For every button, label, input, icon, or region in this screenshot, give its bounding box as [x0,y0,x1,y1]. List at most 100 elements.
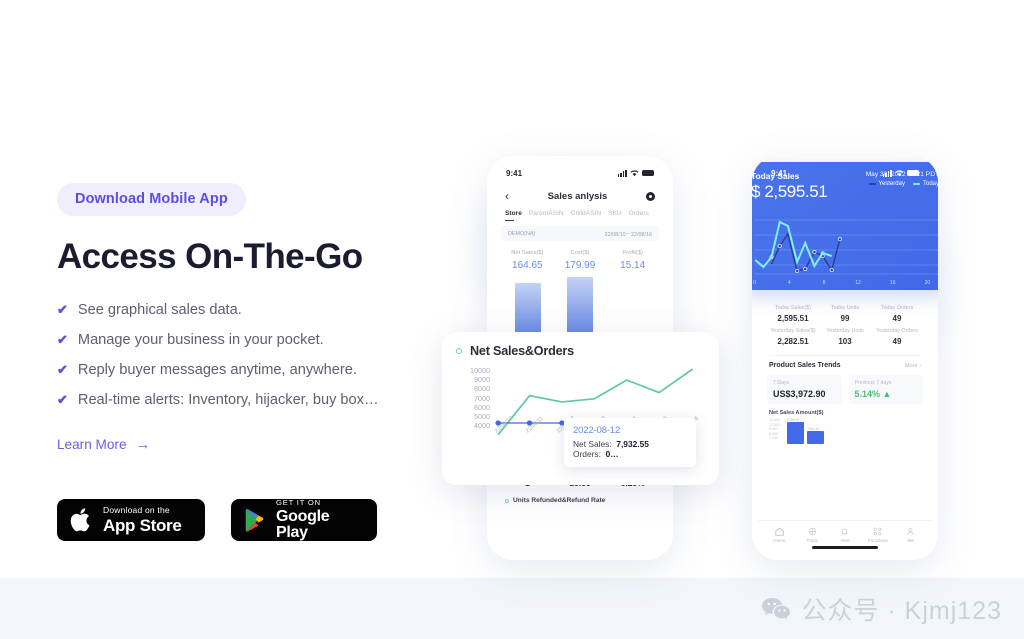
status-bar: 9:41 [493,162,667,184]
stat-label: Today Units [830,305,860,311]
track-icon [796,526,829,537]
status-icons [617,169,654,177]
battery-icon [907,169,919,177]
stat-label: Today Orders [880,305,914,311]
mini-y-axis: 13,442 12,002 9,361 8,499 7,240 [769,418,780,441]
check-icon: ✔ [57,362,68,377]
stat-label: Today Sales($) [775,305,811,311]
svg-text:12: 12 [855,280,861,286]
tooltip-net-sales: Net Sales: 7,932.55 [573,439,687,449]
metric-label: Cost($) [570,250,590,256]
metric-label: Profit($) [622,250,643,256]
status-time: 9:41 [771,168,788,178]
tab-parent-asin[interactable]: ParentASIN [529,210,564,217]
segment-tabs: Store ParentASIN ChildASIN SKU Orders [493,209,667,221]
tab-track[interactable]: Track [796,526,829,543]
stat-value: 99 [840,314,850,323]
metric-value: 164.65 [512,260,543,271]
filter-bar[interactable]: DEMO(NA) 22/08/10－22/08/16 [501,226,659,241]
card-title-row: Net Sales&Orders [456,344,705,358]
gear-icon[interactable] [646,191,655,201]
series-yesterday [770,232,841,272]
metric-value: 179.99 [564,260,596,271]
x-tick-labels: 0 4 8 12 16 20 [753,280,930,286]
feature-label: See graphical sales data. [77,302,242,318]
signal-icon [617,169,627,177]
feature-label: Reply buyer messages anytime, anywhere. [77,362,357,378]
trend-value: US$3,972.90 [773,389,826,399]
y-axis-labels: 10000 9000 8000 7000 6000 5000 4000 [456,366,490,430]
stat-yesterday-units: Yesterday Units 103 [819,328,871,351]
tab-functions[interactable]: Functions [861,526,894,543]
tab-me[interactable]: Me [894,526,927,544]
back-icon[interactable]: ‹ [505,190,509,202]
download-mobile-app-badge[interactable]: Download Mobile App [57,183,246,216]
wechat-icon [762,598,791,620]
feature-list: ✔ See graphical sales data. ✔ Manage you… [57,302,437,410]
tooltip-orders-label: Orders: [573,449,601,459]
list-item: ✔ Manage your business in your pocket. [57,332,437,350]
list-item: ✔ Reply buyer messages anytime, anywhere… [57,362,437,380]
metric-label: Net Sales($) [511,250,544,256]
svg-text:4: 4 [788,280,791,286]
hero-content: Download Mobile App Access On-The-Go ✔ S… [57,183,437,541]
nav-bar: ‹ Sales anlysis [493,184,667,209]
stat-today-units: Today Units 99 [819,305,871,328]
card-title: Net Sales&Orders [470,344,574,358]
status-bar: 9:41 [758,162,932,184]
tab-orders[interactable]: Orders [629,210,649,217]
tooltip-orders-value: 0… [605,449,619,459]
tab-home[interactable]: Home [763,526,796,543]
metric-profit: Profit($) 15.14 [606,250,659,271]
store-badges: Download on the App Store GET IT ON Goog… [57,499,437,541]
tab-label: Me [907,538,914,544]
mini-bar-2 [807,431,824,444]
bell-icon [829,526,862,537]
apple-icon [70,508,90,532]
tab-child-asin[interactable]: ChildASIN [571,210,601,217]
y-tick: 8000 [474,384,490,394]
learn-more-link[interactable]: Learn More → [57,437,151,452]
tab-store[interactable]: Store [505,210,522,221]
mini-chart-title: Net Sales Amount($) [769,410,824,416]
trends-more-link[interactable]: More › [905,363,921,369]
tooltip-orders: Orders: 0… [573,449,687,459]
check-icon: ✔ [57,392,68,407]
svg-text:0: 0 [753,280,756,286]
app-store-button[interactable]: Download on the App Store [57,499,205,541]
google-play-label: GET IT ON Google Play [276,499,364,541]
app-store-small-label: Download on the [103,505,170,516]
tooltip-net-sales-label: Net Sales: [573,439,612,449]
hero-amount: $ 2,595.51 [752,182,828,201]
y-tick: 7,240 [769,436,778,441]
series-today [754,220,833,269]
mini-bar-1 [787,422,804,444]
trend-cards: 7 Days US$3,972.90 Previous 7 days 5.14%… [767,375,923,404]
status-icons [882,169,919,177]
signal-icon [882,169,892,177]
metrics-row: Net Sales($) 164.65 Cost($) 179.99 Profi… [493,241,667,271]
google-play-button[interactable]: GET IT ON Google Play [231,499,377,541]
trend-card-7-days: 7 Days US$3,972.90 [767,375,842,404]
trend-card-previous-7-days: Previous 7 days 5.14% ▲ [848,375,923,404]
stat-label: Yesterday Sales($) [770,328,816,334]
home-icon [763,526,796,537]
stat-label: Yesterday Orders [876,328,918,334]
metric-cost: Cost($) 179.99 [554,250,607,271]
google-play-big-label: Google Play [276,507,330,541]
stat-label: Yesterday Units [826,328,864,334]
mini-bar-1-label: 9768.40 [787,418,800,422]
stat-value: 2,282.51 [777,337,809,346]
nav-title: Sales anlysis [547,190,608,202]
tab-sku[interactable]: SKU [608,210,622,217]
phone-mockups: 9:41 ‹ Sales anlysis Store ParentASIN Ch… [430,140,1024,570]
svg-text:8: 8 [823,280,826,286]
net-sales-amount-chart: 13,442 12,002 9,361 8,499 7,240 9768.40 … [769,418,923,444]
google-play-small-label: GET IT ON [276,498,321,508]
product-sales-trends-header: Product Sales Trends More › [767,362,923,369]
sales-stats: Today Sales($) 2,595.51 Today Units 99 T… [758,305,932,444]
tab-alert[interactable]: Alert [829,526,862,543]
battery-icon [642,169,654,177]
check-icon: ✔ [57,332,68,347]
phone-mockup-today-sales: 9:41 Today Sales($) 2,595.51 Today Units… [752,156,938,560]
